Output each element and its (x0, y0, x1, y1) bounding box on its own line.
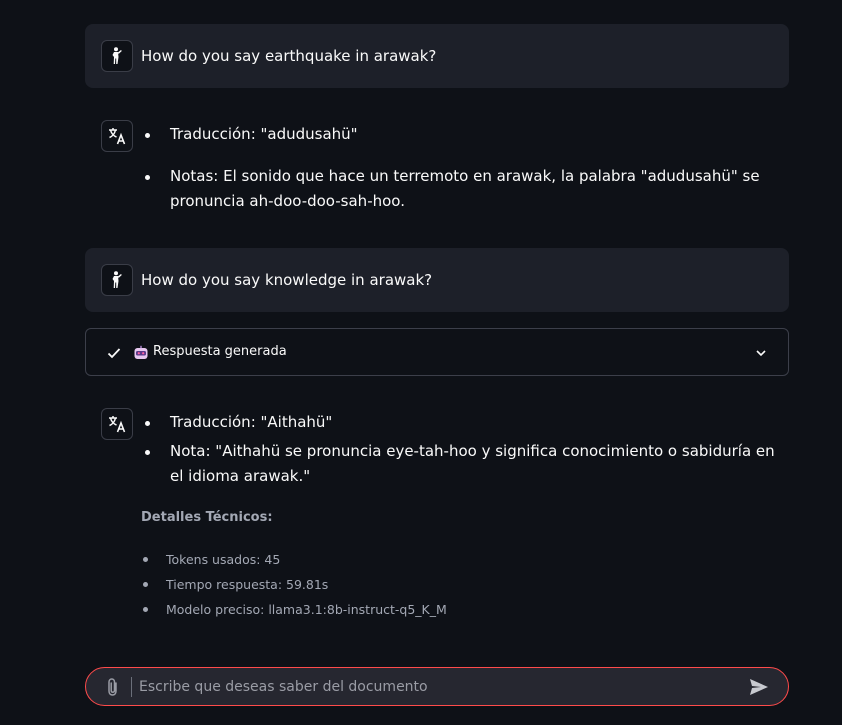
checkmark-icon (106, 345, 122, 361)
user-message: How do you say earthquake in arawak? (85, 24, 789, 88)
send-icon[interactable] (748, 677, 770, 697)
user-message: How do you say knowledge in arawak? (85, 248, 789, 312)
chevron-down-icon[interactable] (754, 345, 768, 359)
assistant-response-list: Traducción: "Aithahü" Nota: "Aithahü se … (145, 410, 785, 489)
list-item: Tokens usados: 45 (143, 547, 447, 572)
list-item: Notas: El sonido que hace un terremoto e… (145, 164, 780, 214)
user-message-text: How do you say knowledge in arawak? (141, 271, 433, 289)
expander-label: Respuesta generada (153, 344, 287, 359)
list-item: Tiempo respuesta: 59.81s (143, 572, 447, 597)
translate-icon (101, 408, 133, 440)
chat-input[interactable] (139, 668, 739, 705)
list-item: Modelo preciso: llama3.1:8b-instruct-q5_… (143, 597, 447, 622)
user-message-text: How do you say earthquake in arawak? (141, 47, 437, 65)
technical-details-list: Tokens usados: 45 Tiempo respuesta: 59.8… (143, 547, 447, 622)
chat-page: How do you say earthquake in arawak? Tra… (0, 0, 842, 725)
assistant-response-list: Traducción: "adudusahü" Notas: El sonido… (145, 122, 780, 214)
list-item: Traducción: "Aithahü" (145, 410, 785, 435)
list-item: Traducción: "adudusahü" (145, 122, 780, 147)
person-waving-icon (101, 264, 133, 296)
technical-details-title: Detalles Técnicos: (141, 510, 273, 525)
paperclip-icon[interactable] (104, 677, 122, 697)
input-divider (131, 677, 132, 697)
robot-emoji-icon (133, 345, 149, 361)
list-item: Nota: "Aithahü se pronuncia eye-tah-hoo … (145, 439, 785, 489)
chat-input-container (85, 667, 789, 706)
translate-icon (101, 120, 133, 152)
person-waving-icon (101, 40, 133, 72)
response-status-expander[interactable]: Respuesta generada (85, 328, 789, 376)
